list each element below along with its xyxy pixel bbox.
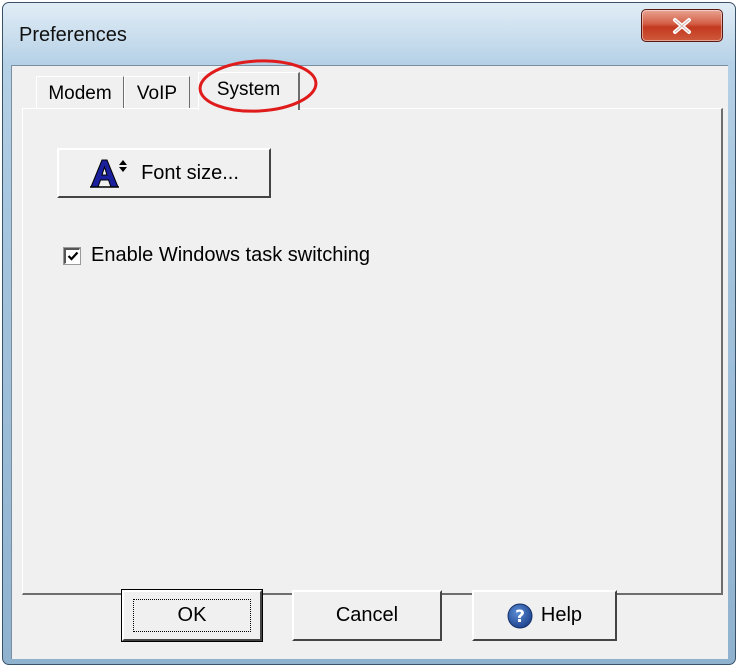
cancel-button[interactable]: Cancel xyxy=(292,590,442,641)
dialog-client-area: Modem VoIP System Font size... Enable Wi… xyxy=(11,59,728,659)
font-size-button-label: Font size... xyxy=(141,161,239,184)
font-size-button[interactable]: Font size... xyxy=(57,148,271,198)
tab-voip-label: VoIP xyxy=(136,83,178,104)
tab-voip[interactable]: VoIP xyxy=(124,76,190,108)
font-size-icon xyxy=(90,159,128,188)
ok-button-label: OK xyxy=(132,599,252,632)
help-button[interactable]: ? Help xyxy=(472,590,617,641)
task-switching-checkbox[interactable] xyxy=(63,246,81,265)
svg-text:?: ? xyxy=(515,607,525,627)
window-title: Preferences xyxy=(19,24,127,46)
preferences-dialog: Preferences Modem VoIP System Font size.… xyxy=(2,2,736,665)
task-switching-option[interactable]: Enable Windows task switching xyxy=(63,244,371,267)
tab-system[interactable]: System xyxy=(198,72,300,110)
tab-system-label: System xyxy=(216,79,281,100)
cancel-button-label: Cancel xyxy=(335,604,399,626)
tab-modem[interactable]: Modem xyxy=(36,76,124,108)
close-button[interactable] xyxy=(641,9,723,42)
help-icon: ? xyxy=(507,603,533,628)
help-button-label: Help xyxy=(540,604,583,626)
ok-button[interactable]: OK xyxy=(121,589,263,642)
task-switching-label: Enable Windows task switching xyxy=(91,244,371,266)
tab-modem-label: Modem xyxy=(48,83,112,104)
checkmark-icon xyxy=(67,251,78,261)
close-icon xyxy=(673,17,691,34)
